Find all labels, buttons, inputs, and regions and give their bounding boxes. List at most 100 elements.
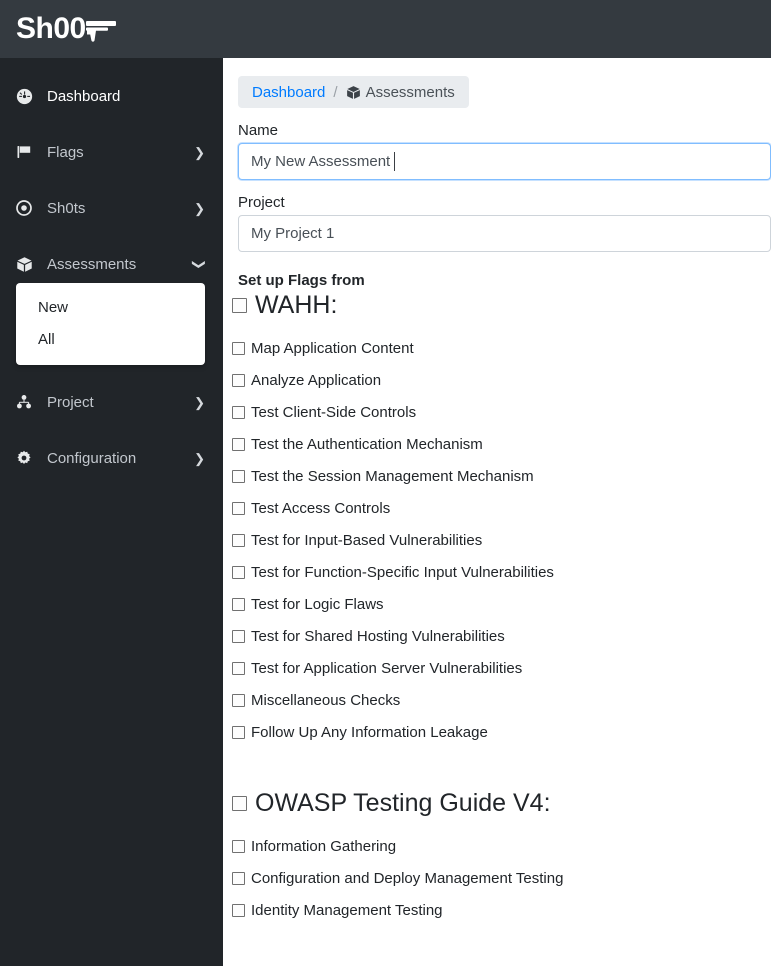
flag-checkbox[interactable] bbox=[232, 533, 245, 547]
flag-label: Test for Shared Hosting Vulnerabilities bbox=[251, 627, 505, 645]
list-item[interactable]: Analyze Application bbox=[232, 364, 771, 396]
flag-label: Identity Management Testing bbox=[251, 901, 443, 919]
flag-label: Test for Logic Flaws bbox=[251, 595, 384, 613]
assessment-form: Name Project bbox=[223, 122, 771, 252]
flag-checkbox[interactable] bbox=[232, 693, 245, 707]
setup-flags-title: Set up Flags from bbox=[238, 272, 365, 289]
checklist-wahh: Map Application Content Analyze Applicat… bbox=[223, 332, 771, 748]
flag-label: Analyze Application bbox=[251, 371, 382, 389]
flag-label: Test for Application Server Vulnerabilit… bbox=[251, 659, 523, 677]
flag-checkbox[interactable] bbox=[232, 725, 245, 739]
sidebar-item-label: Sh0ts bbox=[47, 199, 86, 217]
list-item[interactable]: Test the Authentication Mechanism bbox=[232, 428, 771, 460]
flag-icon bbox=[16, 144, 40, 160]
flag-label: Map Application Content bbox=[251, 339, 414, 357]
list-item[interactable]: Test Access Controls bbox=[232, 492, 771, 524]
list-item[interactable]: Map Application Content bbox=[232, 332, 771, 364]
flag-checkbox[interactable] bbox=[232, 629, 245, 643]
flag-checkbox[interactable] bbox=[232, 469, 245, 483]
chevron-down-icon: ❯ bbox=[192, 258, 208, 270]
name-input[interactable] bbox=[238, 143, 771, 180]
flag-label: Information Gathering bbox=[251, 837, 397, 855]
list-item[interactable]: Information Gathering bbox=[232, 830, 771, 862]
list-item[interactable]: Test for Application Server Vulnerabilit… bbox=[232, 652, 771, 684]
chevron-right-icon: ❯ bbox=[194, 200, 205, 216]
flag-checkbox[interactable] bbox=[232, 373, 245, 387]
sidebar-item-sh0ts[interactable]: Sh0ts ❯ bbox=[0, 180, 223, 236]
flag-label: Test for Function-Specific Input Vulnera… bbox=[251, 563, 554, 581]
list-item[interactable]: Test for Shared Hosting Vulnerabilities bbox=[232, 620, 771, 652]
tachometer-icon bbox=[16, 88, 40, 105]
submenu-item-new[interactable]: New bbox=[16, 291, 205, 323]
list-item[interactable]: Configuration and Deploy Management Test… bbox=[232, 862, 771, 894]
flag-checkbox[interactable] bbox=[232, 405, 245, 419]
list-item[interactable]: Test Client-Side Controls bbox=[232, 396, 771, 428]
flag-checkbox[interactable] bbox=[232, 597, 245, 611]
text-cursor bbox=[394, 152, 396, 171]
flag-checkbox[interactable] bbox=[232, 341, 245, 355]
brand-text-a: Sh bbox=[16, 12, 54, 45]
group-header-owasp[interactable]: OWASP Testing Guide V4: bbox=[232, 788, 771, 818]
list-item[interactable]: Test for Input-Based Vulnerabilities bbox=[232, 524, 771, 556]
page-content: Dashboard / Assessments Name My New Asse… bbox=[223, 58, 771, 926]
group-header-wahh[interactable]: WAHH: bbox=[232, 290, 771, 320]
assessments-submenu: New All bbox=[16, 283, 205, 365]
flag-label: Test for Input-Based Vulnerabilities bbox=[251, 531, 483, 549]
pistol-icon bbox=[84, 17, 120, 42]
sidebar-item-project[interactable]: Project ❯ bbox=[0, 374, 223, 430]
box-icon bbox=[346, 85, 361, 100]
name-input-wrap bbox=[238, 143, 771, 180]
chevron-right-icon: ❯ bbox=[194, 144, 205, 160]
sidebar-item-configuration[interactable]: Configuration ❯ bbox=[0, 430, 223, 486]
sitemap-icon bbox=[16, 394, 40, 410]
brand-text-b: 00 bbox=[53, 12, 86, 45]
group-checkbox-wahh[interactable] bbox=[232, 297, 247, 313]
list-item[interactable]: Follow Up Any Information Leakage bbox=[232, 716, 771, 748]
flag-checkbox[interactable] bbox=[232, 903, 245, 917]
list-item[interactable]: Miscellaneous Checks bbox=[232, 684, 771, 716]
flag-label: Test Client-Side Controls bbox=[251, 403, 417, 421]
submenu-item-all[interactable]: All bbox=[16, 323, 205, 355]
submenu-item-label: New bbox=[38, 298, 69, 316]
flag-label: Follow Up Any Information Leakage bbox=[251, 723, 488, 741]
sidebar-item-label: Assessments bbox=[47, 255, 137, 273]
list-item[interactable]: Test the Session Management Mechanism bbox=[232, 460, 771, 492]
group-checkbox-owasp[interactable] bbox=[232, 795, 247, 811]
flag-checkbox[interactable] bbox=[232, 501, 245, 515]
group-label-wahh: WAHH: bbox=[255, 291, 338, 319]
project-select[interactable] bbox=[238, 215, 771, 252]
breadcrumb-current-label: Assessments bbox=[365, 83, 455, 101]
checklist-owasp: Information Gathering Configuration and … bbox=[223, 830, 771, 926]
flag-checkbox[interactable] bbox=[232, 839, 245, 853]
flag-label: Test Access Controls bbox=[251, 499, 391, 517]
cog-icon bbox=[16, 450, 40, 466]
flag-label: Miscellaneous Checks bbox=[251, 691, 401, 709]
list-item[interactable]: Test for Function-Specific Input Vulnera… bbox=[232, 556, 771, 588]
list-item[interactable]: Test for Logic Flaws bbox=[232, 588, 771, 620]
shoot-logo[interactable]: Sh 00 bbox=[16, 14, 120, 44]
main-content: Dashboard / Assessments Name My New Asse… bbox=[223, 0, 771, 966]
sidebar: Sh 00 Dashboard Flags ❯ Sh0ts ❯ Assessme… bbox=[0, 0, 223, 966]
sidebar-nav: Dashboard Flags ❯ Sh0ts ❯ Assessments ❯ … bbox=[0, 58, 223, 486]
submenu-item-label: All bbox=[38, 330, 55, 348]
flag-checkbox[interactable] bbox=[232, 437, 245, 451]
breadcrumb-link-dashboard[interactable]: Dashboard bbox=[252, 84, 325, 101]
name-label: Name bbox=[238, 122, 279, 139]
brand-header: Sh 00 bbox=[0, 0, 223, 58]
chevron-right-icon: ❯ bbox=[194, 450, 205, 466]
chevron-right-icon: ❯ bbox=[194, 394, 205, 410]
app-window: Sh 00 Dashboard Flags ❯ Sh0ts ❯ Assessme… bbox=[0, 0, 771, 966]
flag-label: Test the Session Management Mechanism bbox=[251, 467, 534, 485]
breadcrumb-separator: / bbox=[333, 83, 338, 101]
project-input-wrap bbox=[238, 215, 771, 252]
flag-label: Test the Authentication Mechanism bbox=[251, 435, 483, 453]
sidebar-item-flags[interactable]: Flags ❯ bbox=[0, 124, 223, 180]
sidebar-item-label: Flags bbox=[47, 143, 84, 161]
flag-checkbox[interactable] bbox=[232, 871, 245, 885]
flag-label: Configuration and Deploy Management Test… bbox=[251, 869, 564, 887]
list-item[interactable]: Identity Management Testing bbox=[232, 894, 771, 926]
flag-checkbox[interactable] bbox=[232, 565, 245, 579]
flag-checkbox[interactable] bbox=[232, 661, 245, 675]
sidebar-item-dashboard[interactable]: Dashboard bbox=[0, 68, 223, 124]
breadcrumb-current: Assessments bbox=[346, 84, 455, 101]
